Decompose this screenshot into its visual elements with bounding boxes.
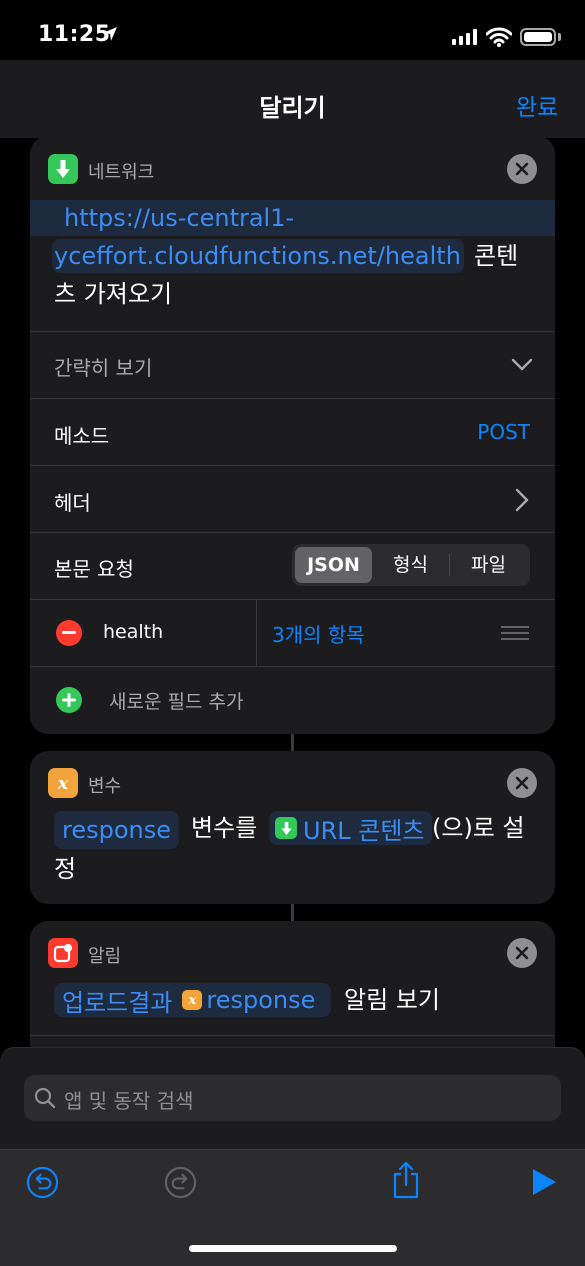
network-action-card[interactable]: 네트워크 https://us-central1- yceffort.cloud… — [30, 136, 555, 734]
variable-name-token[interactable]: response — [54, 811, 180, 849]
notification-icon — [48, 938, 78, 968]
body-field-row: health 3개의 항목 — [30, 599, 555, 666]
url-contents-token[interactable]: URL 콘텐츠 — [269, 811, 433, 845]
action-text: 알림 보기 — [344, 986, 440, 1014]
location-icon — [103, 27, 117, 41]
close-icon[interactable] — [507, 154, 537, 184]
show-less-row[interactable]: 간략히 보기 — [30, 331, 555, 398]
request-body-label: 본문 요청 — [54, 557, 134, 581]
undo-icon[interactable] — [26, 1166, 59, 1199]
share-icon[interactable] — [390, 1160, 422, 1200]
download-icon — [48, 154, 78, 184]
add-field-row[interactable]: 새로운 필드 추가 — [30, 666, 555, 734]
url-token[interactable]: https://us-central1- — [64, 198, 294, 238]
action-text: 정 — [54, 855, 77, 883]
method-row[interactable]: 메소드 POST — [30, 398, 555, 465]
home-indicator — [189, 1245, 397, 1252]
plus-icon — [56, 687, 82, 713]
request-body-row: 본문 요청 JSON 형식 파일 — [30, 532, 555, 599]
minus-icon[interactable] — [56, 620, 82, 646]
headers-row[interactable]: 헤더 — [30, 465, 555, 532]
segment-form[interactable]: 형식 — [372, 547, 449, 583]
field-key[interactable]: health — [103, 621, 163, 643]
play-icon[interactable] — [530, 1167, 558, 1197]
action-text: 츠 가져오기 — [54, 280, 173, 308]
method-value[interactable]: POST — [477, 420, 530, 444]
search-icon — [34, 1087, 56, 1109]
status-time: 11:25 — [38, 22, 111, 47]
variable-icon: x — [182, 990, 203, 1010]
close-icon[interactable] — [507, 768, 537, 798]
shortcut-title[interactable]: 달리기 — [0, 88, 585, 123]
body-type-segmented-control[interactable]: JSON 형식 파일 — [292, 544, 530, 586]
notification-body-token[interactable]: 업로드결과 x response — [54, 983, 331, 1017]
action-name: 변수 — [88, 776, 122, 797]
close-icon[interactable] — [507, 938, 537, 968]
signal-icon — [452, 29, 477, 45]
chevron-right-icon — [515, 488, 529, 512]
segment-file[interactable]: 파일 — [450, 547, 527, 583]
add-field-label: 새로운 필드 추가 — [109, 691, 244, 713]
action-name: 네트워크 — [88, 162, 155, 183]
field-value[interactable]: 3개의 항목 — [272, 619, 365, 648]
method-label: 메소드 — [54, 424, 110, 448]
action-text: (으)로 설 — [432, 814, 525, 842]
action-text: 콘텐 — [474, 242, 519, 270]
variable-icon: x — [48, 768, 78, 798]
action-text: 변수를 — [191, 814, 258, 842]
chevron-down-icon — [511, 358, 533, 371]
download-icon — [275, 817, 297, 839]
flow-connector — [291, 903, 294, 921]
headers-label: 헤더 — [54, 491, 91, 515]
url-token-continued[interactable]: yceffort.cloudfunctions.net/health — [54, 236, 461, 276]
show-less-label: 간략히 보기 — [54, 356, 153, 380]
search-placeholder: 앱 및 동작 검색 — [64, 1089, 194, 1113]
battery-icon — [520, 28, 556, 46]
redo-icon[interactable] — [164, 1166, 197, 1199]
wifi-icon — [486, 27, 512, 47]
segment-json[interactable]: JSON — [295, 547, 372, 583]
done-button[interactable]: 완료 — [516, 88, 558, 122]
reorder-icon[interactable] — [501, 625, 529, 641]
action-name: 알림 — [88, 946, 122, 967]
flow-connector — [291, 734, 294, 752]
variable-action-card[interactable]: x 변수 response 변수를 URL 콘텐츠 (으)로 설 정 — [30, 751, 555, 904]
